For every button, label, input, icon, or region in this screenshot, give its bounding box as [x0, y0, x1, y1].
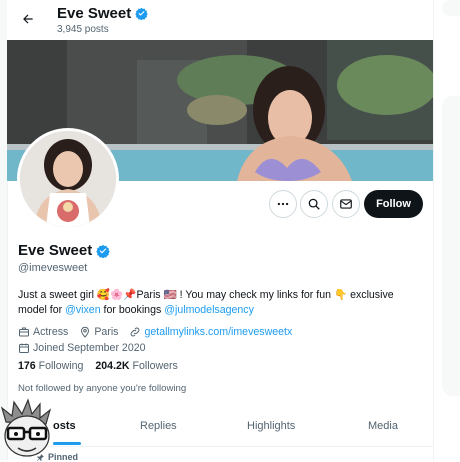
- follow-button[interactable]: Follow: [364, 190, 423, 218]
- link-icon: [131, 327, 140, 337]
- search-icon: [308, 198, 320, 210]
- mail-icon: [340, 199, 352, 209]
- tab-media[interactable]: Media: [368, 420, 398, 432]
- follow-stats: 176 Following 204.2K Followers: [18, 360, 178, 372]
- followers-label: Followers: [132, 360, 178, 372]
- website: getallmylinks.com/imevesweetx: [129, 324, 292, 340]
- profile-avatar[interactable]: [17, 128, 119, 230]
- back-button[interactable]: [17, 8, 39, 30]
- following-label: Following: [38, 360, 84, 372]
- website-link[interactable]: getallmylinks.com/imevesweetx: [144, 324, 292, 340]
- avatar-photo: [20, 131, 116, 227]
- location-pin-icon: [81, 326, 90, 338]
- header-name: Eve Sweet: [57, 5, 132, 22]
- bio-text-2: for bookings: [100, 304, 165, 316]
- more-icon: [277, 202, 289, 206]
- sidebar-card: [442, 96, 460, 396]
- tab-replies[interactable]: Replies: [140, 420, 177, 432]
- post-count: 3,945 posts: [57, 24, 109, 35]
- not-followed-notice: Not followed by anyone you're following: [18, 383, 187, 394]
- profession-text: Actress: [33, 326, 69, 338]
- right-sidebar: [433, 0, 460, 460]
- bio-mention-vixen[interactable]: @vixen: [65, 304, 101, 316]
- verified-badge-icon[interactable]: [96, 244, 110, 258]
- profile-name-text: Eve Sweet: [18, 242, 93, 259]
- back-arrow-icon: [23, 14, 33, 24]
- followers-link[interactable]: 204.2K Followers: [95, 360, 177, 372]
- search-button[interactable]: [300, 190, 328, 218]
- header-title: Eve Sweet: [57, 5, 149, 22]
- tab-posts[interactable]: osts: [53, 420, 76, 432]
- location: Paris: [79, 324, 118, 340]
- sidebar-card: [442, 0, 460, 16]
- location-text: Paris: [94, 326, 119, 338]
- join-date: Joined September 2020: [18, 340, 146, 356]
- profile-handle: @imevesweet: [18, 262, 88, 274]
- profile-bio: Just a sweet girl 🥰🌸📌Paris 🇺🇸 ! You may …: [18, 288, 423, 318]
- calendar-icon: [19, 343, 29, 353]
- profile-header: Eve Sweet 3,945 posts: [7, 0, 433, 40]
- more-button[interactable]: [269, 190, 297, 218]
- cartoon-mascot-image: [0, 398, 52, 457]
- followers-count: 204.2K: [95, 360, 130, 372]
- join-date-text: Joined September 2020: [33, 342, 146, 354]
- bio-mention-agency[interactable]: @julmodelsagency: [164, 304, 254, 316]
- following-count: 176: [18, 360, 36, 372]
- active-tab-indicator: [53, 442, 81, 445]
- profile-tabs: osts Replies Highlights Media: [7, 408, 433, 447]
- tab-highlights[interactable]: Highlights: [247, 420, 295, 432]
- profession: Actress: [18, 324, 68, 340]
- profile-meta: Actress Paris getallmylinks.com/imeveswe…: [18, 324, 423, 356]
- briefcase-icon: [19, 327, 29, 337]
- profile-name: Eve Sweet: [18, 242, 110, 259]
- following-link[interactable]: 176 Following: [18, 360, 83, 372]
- message-button[interactable]: [332, 190, 360, 218]
- verified-badge-icon: [135, 7, 149, 20]
